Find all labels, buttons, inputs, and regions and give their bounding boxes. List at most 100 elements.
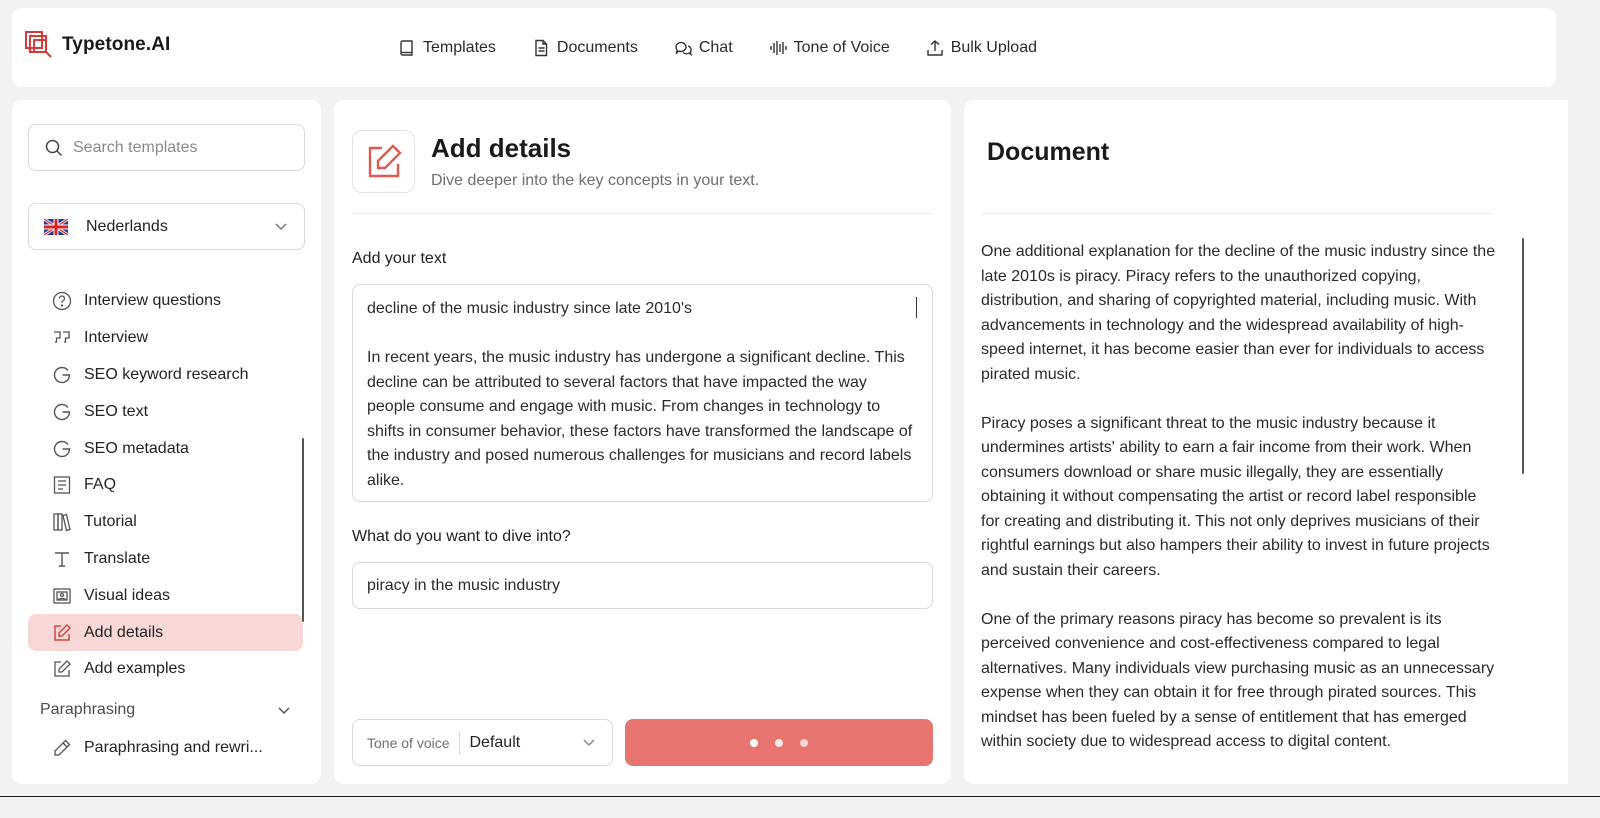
text-field-label: Add your text: [352, 250, 447, 267]
sidebar-item-label: SEO metadata: [84, 439, 189, 457]
main-nav: Templates Documents Chat Tone of Voice B…: [398, 8, 1037, 87]
uk-flag-icon: [44, 218, 68, 235]
quote-icon: [51, 327, 73, 349]
sidebar-scrollbar[interactable]: [302, 438, 304, 622]
nav-chat-label: Chat: [698, 38, 733, 56]
nav-tone-of-voice-label: Tone of Voice: [793, 38, 890, 56]
search-icon: [45, 139, 63, 157]
text-line-body: In recent years, the music industry has …: [367, 349, 913, 489]
template-icon-box: [352, 130, 415, 193]
template-list: Interview questions Interview SEO keywor…: [28, 283, 303, 767]
nav-templates-label: Templates: [423, 38, 496, 56]
document-title: Document: [987, 138, 1110, 166]
sidebar-item-seo-metadata[interactable]: SEO metadata: [28, 430, 303, 467]
list-doc-icon: [51, 474, 73, 496]
tone-value: Default: [469, 733, 521, 751]
document-content[interactable]: One additional explanation for the decli…: [981, 240, 1496, 763]
text-t-icon: [51, 548, 73, 570]
typetone-logo-icon: [24, 30, 54, 60]
book-icon: [398, 39, 416, 57]
sidebar-item-translate[interactable]: Translate: [28, 541, 303, 578]
image-icon: [51, 585, 73, 607]
app-name: Typetone.AI: [62, 34, 171, 55]
page-subtitle: Dive deeper into the key concepts in you…: [431, 172, 760, 189]
sidebar-item-label: Interview: [84, 329, 149, 347]
sidebar-item-label: Interview questions: [84, 292, 221, 310]
books-icon: [51, 511, 73, 533]
sidebar-item-label: SEO text: [84, 402, 149, 420]
google-g-icon: [51, 364, 73, 386]
sidebar-item-seo-text[interactable]: SEO text: [28, 393, 303, 430]
sidebar-item-interview[interactable]: Interview: [28, 320, 303, 357]
sidebar-item-interview-questions[interactable]: Interview questions: [28, 283, 303, 320]
loading-dot: [800, 738, 808, 747]
sidebar-item-label: FAQ: [84, 476, 117, 494]
sidebar-item-seo-keyword-research[interactable]: SEO keyword research: [28, 357, 303, 394]
document-panel: Document One additional explanation for …: [964, 100, 1568, 784]
google-g-icon: [51, 401, 73, 423]
sidebar-item-label: Paraphrasing and rewri...: [84, 739, 263, 757]
text-input-area[interactable]: decline of the music industry since late…: [352, 284, 933, 502]
sidebar-item-visual-ideas[interactable]: Visual ideas: [28, 577, 303, 614]
chevron-down-icon: [277, 703, 291, 717]
sidebar-item-paraphrasing-and-rewriting[interactable]: Paraphrasing and rewri...: [28, 730, 303, 767]
document-scrollbar[interactable]: [1522, 238, 1524, 474]
chevron-down-icon: [274, 219, 288, 233]
sidebar-item-label: Add examples: [84, 660, 186, 678]
template-form-panel: Add details Dive deeper into the key con…: [334, 100, 951, 784]
upload-icon: [926, 39, 944, 57]
pencil-icon: [51, 737, 73, 759]
nav-documents-label: Documents: [556, 38, 638, 56]
section-paraphrasing-label: Paraphrasing: [40, 700, 136, 718]
generate-button-loading[interactable]: [625, 719, 933, 766]
google-g-icon: [51, 438, 73, 460]
edit-icon: [365, 143, 403, 181]
divider: [352, 213, 933, 214]
sidebar-item-add-details[interactable]: Add details: [28, 614, 303, 651]
sidebar-item-faq[interactable]: FAQ: [28, 467, 303, 504]
document-paragraph: One additional explanation for the decli…: [981, 243, 1496, 383]
search-input[interactable]: [73, 138, 293, 157]
divider: [981, 213, 1493, 214]
language-select[interactable]: Nederlands: [28, 203, 305, 250]
text-cursor: [915, 297, 917, 318]
sidebar-item-label: Tutorial: [84, 513, 137, 531]
nav-chat[interactable]: Chat: [674, 39, 733, 57]
top-bar: Typetone.AI Templates Documents Chat Ton…: [12, 8, 1556, 87]
nav-templates[interactable]: Templates: [398, 39, 496, 57]
section-paraphrasing[interactable]: Paraphrasing: [28, 690, 303, 730]
document-paragraph: Piracy poses a significant threat to the…: [981, 414, 1490, 579]
sidebar-item-label: SEO keyword research: [84, 365, 249, 383]
loading-dot: [775, 738, 783, 747]
edit-icon: [51, 622, 73, 644]
question-circle-icon: [51, 290, 73, 312]
dive-field-label: What do you want to dive into?: [352, 528, 571, 545]
edit-icon: [51, 658, 73, 680]
text-line-title: decline of the music industry since late…: [367, 300, 693, 317]
document-icon: [532, 39, 550, 57]
nav-bulk-upload-label: Bulk Upload: [950, 38, 1037, 56]
sidebar-item-add-examples[interactable]: Add examples: [28, 651, 303, 688]
sidebar-item-tutorial[interactable]: Tutorial: [28, 504, 303, 541]
nav-bulk-upload[interactable]: Bulk Upload: [926, 39, 1037, 57]
dive-input[interactable]: piracy in the music industry: [352, 562, 933, 609]
soundwave-icon: [769, 39, 787, 57]
chevron-down-icon: [582, 735, 596, 749]
loading-dot: [750, 738, 758, 747]
document-paragraph: One of the primary reasons piracy has be…: [981, 610, 1495, 751]
sidebar-item-label: Translate: [84, 549, 151, 567]
logo[interactable]: Typetone.AI: [24, 30, 170, 60]
sidebar-item-label: Add details: [84, 623, 164, 641]
chat-icon: [674, 39, 692, 57]
tone-of-voice-select[interactable]: Tone of voice Default: [352, 719, 613, 766]
bottom-edge: [0, 796, 1600, 818]
nav-tone-of-voice[interactable]: Tone of Voice: [769, 39, 890, 57]
language-value: Nederlands: [86, 217, 168, 235]
dive-input-value: piracy in the music industry: [367, 576, 560, 594]
sidebar-item-label: Visual ideas: [84, 586, 170, 604]
tone-label: Tone of voice: [353, 730, 460, 755]
nav-documents[interactable]: Documents: [532, 39, 638, 57]
templates-sidebar: Nederlands Interview questions Interview…: [12, 100, 321, 784]
search-box[interactable]: [28, 124, 305, 171]
page-title: Add details: [431, 133, 572, 163]
